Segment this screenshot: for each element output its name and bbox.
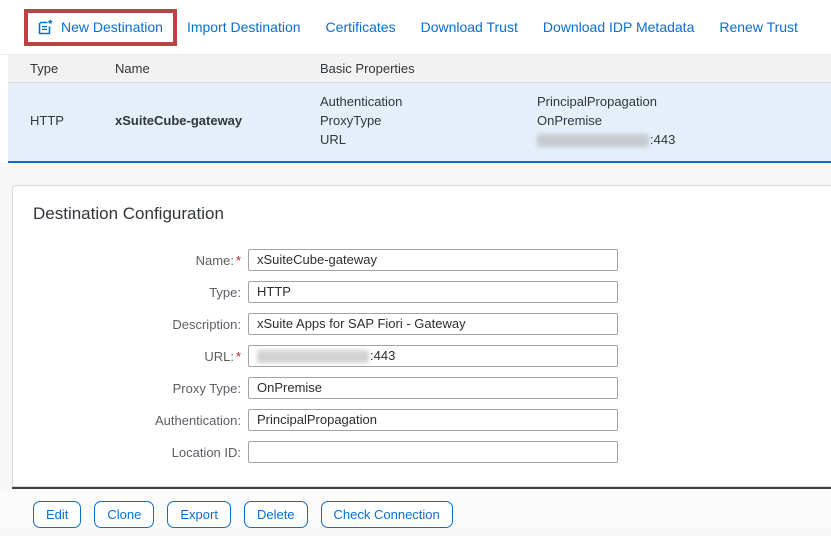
renew-trust-label: Renew Trust (719, 19, 798, 35)
description-field[interactable]: xSuite Apps for SAP Fiori - Gateway (248, 313, 618, 335)
redacted-url-blur (257, 350, 369, 364)
lower-section: Destination Configuration Name: * xSuiteC… (0, 163, 831, 536)
certificates-button[interactable]: Certificates (326, 19, 396, 35)
form-row-proxy-type: Proxy Type: OnPremise (13, 377, 831, 399)
card-title: Destination Configuration (33, 204, 224, 223)
import-destination-label: Import Destination (186, 19, 301, 35)
column-header-basic-properties: Basic Properties (320, 61, 415, 76)
property-value-authentication: PrincipalPropagation (537, 94, 657, 109)
required-asterisk: * (235, 252, 241, 268)
url-label: URL: * (204, 348, 241, 364)
table-header-row: Type Name Basic Properties (8, 55, 831, 83)
new-destination-label: New Destination (61, 19, 163, 35)
destination-configuration-card: Destination Configuration Name: * xSuiteC… (12, 185, 831, 487)
download-trust-label: Download Trust (420, 19, 518, 35)
clone-button[interactable]: Clone (94, 501, 155, 528)
url-port-suffix: :443 (650, 132, 676, 147)
annotation-highlight-box: New Destination (24, 8, 177, 46)
row-property-keys: Authentication ProxyType URL (320, 92, 537, 149)
import-destination-button[interactable]: Import Destination (187, 19, 301, 35)
type-label: Type: (209, 284, 241, 300)
row-property-values: PrincipalPropagation OnPremise :443 (537, 92, 831, 149)
row-name-cell: xSuiteCube-gateway (115, 113, 243, 128)
download-trust-button[interactable]: Download Trust (421, 19, 518, 35)
form-row-authentication: Authentication: PrincipalPropagation (13, 409, 831, 431)
form-row-url: URL: * :443 (13, 345, 831, 367)
name-field[interactable]: xSuiteCube-gateway (248, 249, 618, 271)
action-button-bar: Edit Clone Export Delete Check Connectio… (0, 489, 831, 528)
form-row-name: Name: * xSuiteCube-gateway (13, 249, 831, 271)
certificates-label: Certificates (325, 19, 396, 35)
delete-button[interactable]: Delete (243, 501, 308, 528)
proxy-type-label: Proxy Type: (172, 380, 241, 396)
required-asterisk: * (235, 348, 241, 364)
edit-button[interactable]: Edit (33, 501, 82, 528)
destinations-table: Type Name Basic Properties HTTP xSuiteCu… (8, 55, 831, 163)
redacted-url-blur (537, 134, 649, 148)
new-destination-icon (35, 18, 54, 37)
row-type-cell: HTTP (30, 113, 64, 128)
destination-form: Name: * xSuiteCube-gateway Type: HTTP Des… (13, 249, 831, 463)
name-label: Name: * (195, 252, 241, 268)
authentication-label: Authentication: (154, 412, 241, 428)
form-row-description: Description: xSuite Apps for SAP Fiori -… (13, 313, 831, 335)
property-key-url: URL (320, 132, 347, 147)
property-key-authentication: Authentication (320, 94, 403, 109)
url-field[interactable]: :443 (248, 345, 618, 367)
download-idp-metadata-button[interactable]: Download IDP Metadata (543, 19, 695, 35)
export-button[interactable]: Export (167, 501, 231, 528)
url-port-suffix: :443 (370, 348, 396, 363)
column-header-type: Type (30, 61, 59, 76)
description-label: Description: (172, 316, 241, 332)
destinations-toolbar: New Destination Import Destination Certi… (0, 0, 831, 55)
type-field[interactable]: HTTP (248, 281, 618, 303)
property-value-proxytype: OnPremise (537, 113, 603, 128)
property-value-url: :443 (537, 130, 831, 149)
download-idp-metadata-label: Download IDP Metadata (542, 19, 695, 35)
renew-trust-button[interactable]: Renew Trust (719, 19, 798, 35)
property-key-proxytype: ProxyType (320, 113, 382, 128)
location-id-field[interactable] (248, 441, 618, 463)
form-row-location-id: Location ID: (13, 441, 831, 463)
proxy-type-field[interactable]: OnPremise (248, 377, 618, 399)
location-id-label: Location ID: (171, 444, 241, 460)
authentication-field[interactable]: PrincipalPropagation (248, 409, 618, 431)
check-connection-button[interactable]: Check Connection (320, 501, 453, 528)
column-header-name: Name (115, 61, 150, 76)
table-row-xsuitecube-gateway[interactable]: HTTP xSuiteCube-gateway Authentication P… (8, 83, 831, 163)
new-destination-button[interactable]: New Destination (35, 18, 163, 37)
form-row-type: Type: HTTP (13, 281, 831, 303)
